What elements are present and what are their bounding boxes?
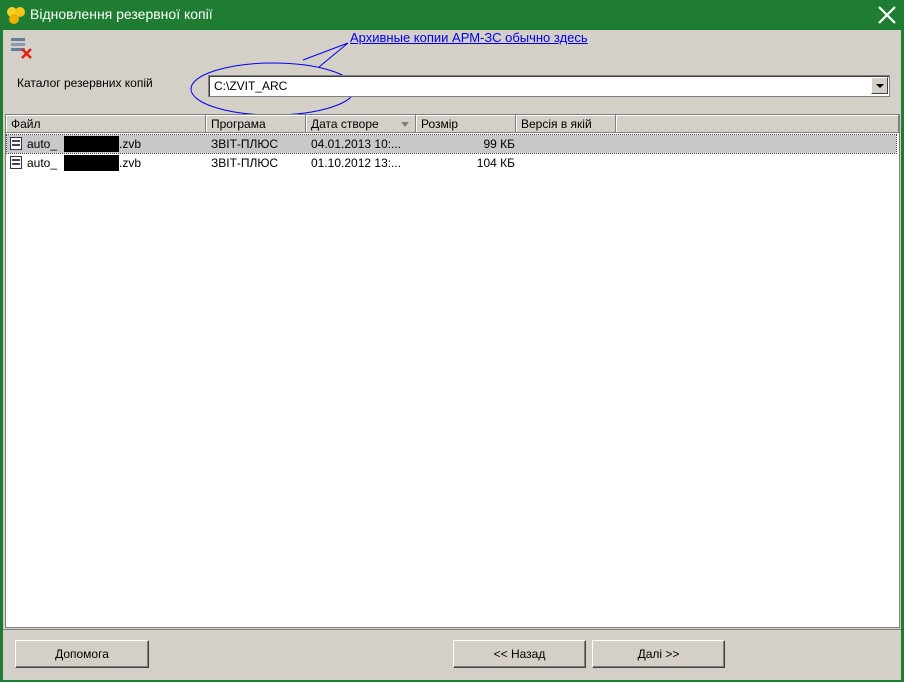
next-button[interactable]: Далі >> (592, 640, 725, 668)
backup-file-list[interactable]: Файл Програма Дата створе Розмір Версія … (5, 114, 900, 628)
column-header-size[interactable]: Розмір (416, 115, 516, 133)
annotation-link[interactable]: Архивные копии АРМ-ЗС обычно здесь (350, 30, 588, 45)
sort-arrow-icon (401, 122, 409, 127)
column-header-version[interactable]: Версія в якій (516, 115, 616, 133)
size-cell: 99 КБ (483, 137, 515, 151)
file-name-prefix: auto_ (27, 137, 58, 151)
file-icon (10, 137, 22, 150)
title-bar: Відновлення резервної копії (0, 0, 904, 30)
redacted-block (64, 155, 119, 171)
column-header-program[interactable]: Програма (206, 115, 306, 133)
program-cell: ЗВІТ-ПЛЮС (211, 156, 279, 170)
dialog-client-area: Архивные копии АРМ-ЗС обычно здесь Катал… (3, 30, 901, 680)
column-header-filler (616, 115, 899, 133)
date-cell: 04.01.2013 10:... (311, 137, 402, 151)
size-cell: 104 КБ (476, 156, 515, 170)
button-bar: Допомога << Назад Далі >> (3, 629, 901, 680)
help-button[interactable]: Допомога (15, 640, 149, 668)
close-icon[interactable] (876, 4, 898, 26)
catalog-value: C:\ZVIT_ARC (214, 79, 288, 93)
file-name-suffix: .zvb (119, 156, 142, 170)
table-row[interactable]: auto_ .zvb ЗВІТ-ПЛЮС 01.10.2012 13:... 1… (7, 154, 896, 172)
catalog-combobox[interactable]: C:\ZVIT_ARC (208, 75, 890, 97)
redacted-block (64, 136, 119, 152)
column-header-date[interactable]: Дата створе (306, 115, 416, 133)
dialog-window: Відновлення резервної копії Архивные коп… (0, 0, 904, 682)
column-header-file[interactable]: Файл (6, 115, 206, 133)
date-cell: 01.10.2012 13:... (311, 156, 402, 170)
file-name-prefix: auto_ (27, 156, 58, 170)
file-name-suffix: .zvb (119, 137, 142, 151)
window-title: Відновлення резервної копії (30, 6, 213, 22)
program-cell: ЗВІТ-ПЛЮС (211, 137, 279, 151)
catalog-label: Каталог резервних копій (17, 76, 153, 90)
delete-list-icon[interactable] (9, 36, 35, 60)
back-button[interactable]: << Назад (453, 640, 586, 668)
chevron-down-icon[interactable] (871, 77, 888, 94)
table-row[interactable]: auto_ .zvb ЗВІТ-ПЛЮС 04.01.2013 10:... 9… (6, 134, 897, 154)
app-logo-icon (7, 7, 25, 24)
file-icon (10, 156, 22, 169)
